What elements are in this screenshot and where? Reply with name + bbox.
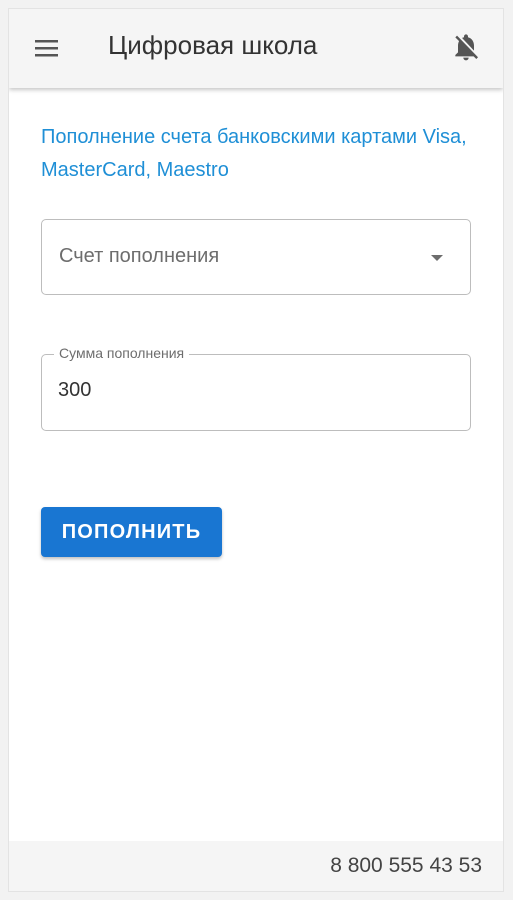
app-bar: Цифровая школа (9, 9, 503, 88)
chevron-down-icon (431, 255, 443, 261)
submit-button[interactable]: ПОПОЛНИТЬ (41, 507, 222, 557)
intro-text: Пополнение счета банковскими картами Vis… (41, 126, 467, 181)
phone-number: 8 800 555 43 53 (330, 854, 482, 877)
menu-button[interactable] (31, 36, 63, 60)
hamburger-menu-icon (35, 40, 58, 57)
footer: 8 800 555 43 53 (9, 841, 503, 891)
notifications-button[interactable] (450, 31, 482, 63)
amount-input[interactable] (58, 379, 448, 402)
amount-field[interactable]: Сумма пополнения (41, 345, 471, 431)
account-select-label: Счет пополнения (59, 245, 220, 267)
app-window: Цифровая школа Пополнение счета банковск… (8, 8, 504, 892)
app-title: Цифровая школа (108, 30, 318, 60)
account-select[interactable]: Счет пополнения (41, 219, 471, 295)
amount-field-label: Сумма пополнения (54, 345, 190, 361)
notifications-off-icon (455, 34, 478, 61)
